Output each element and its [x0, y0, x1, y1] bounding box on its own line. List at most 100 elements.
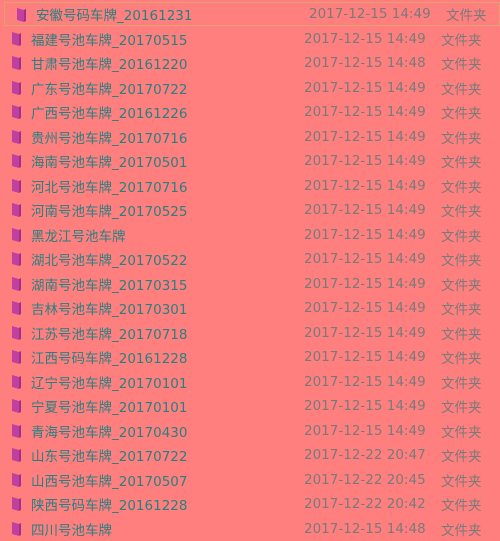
file-name: 江苏号池车牌_20170718 — [31, 326, 188, 343]
modified-date: 2017-12-15 14:49 — [304, 422, 426, 439]
folder-icon — [12, 448, 21, 462]
folder-icon — [12, 80, 21, 95]
file-name: 山东号池车牌_20170722 — [31, 449, 188, 465]
folder-icon — [12, 276, 21, 291]
modified-date: 2017-12-15 14:49 — [304, 177, 426, 194]
file-row[interactable]: 吉林号池车牌_20170301 2017-12-15 14:49 文件夹 — [0, 296, 500, 320]
folder-icon — [12, 154, 21, 168]
file-type: 文件夹 — [441, 302, 482, 318]
file-row[interactable]: 陕西号码车牌_20161228 2017-12-22 20:42 文件夹 — [0, 492, 500, 516]
modified-date: 2017-12-15 14:49 — [304, 398, 426, 414]
file-row[interactable]: 广东号池车牌_20170722 2017-12-15 14:49 文件夹 — [0, 76, 500, 100]
file-name: 河南号池车牌_20170525 — [31, 204, 188, 220]
file-row[interactable]: 湖北号池车牌_20170522 2017-12-15 14:49 文件夹 — [0, 247, 500, 271]
file-row[interactable]: 河北号池车牌_20170716 2017-12-15 14:49 文件夹 — [0, 174, 500, 198]
file-name: 山西号池车牌_20170507 — [31, 473, 188, 490]
file-type: 文件夹 — [441, 400, 482, 416]
file-type: 文件夹 — [441, 351, 482, 367]
folder-icon — [12, 472, 21, 487]
modified-date: 2017-12-15 14:49 — [304, 30, 426, 47]
file-type: 文件夹 — [441, 130, 482, 147]
modified-date: 2017-12-15 14:49 — [304, 202, 426, 218]
file-row[interactable]: 辽宁号池车牌_20170101 2017-12-15 14:49 文件夹 — [0, 370, 500, 394]
folder-icon — [12, 56, 21, 70]
folder-icon — [12, 399, 21, 413]
file-name: 辽宁号池车牌_20170101 — [31, 375, 188, 392]
file-row[interactable]: 江西号码车牌_20161228 2017-12-15 14:49 文件夹 — [0, 345, 500, 369]
file-type: 文件夹 — [441, 326, 482, 343]
file-name: 青海号池车牌_20170430 — [31, 424, 188, 441]
file-type: 文件夹 — [441, 228, 482, 245]
file-name: 吉林号池车牌_20170301 — [31, 302, 188, 318]
file-row[interactable]: 山东号池车牌_20170722 2017-12-22 20:47 文件夹 — [0, 443, 500, 467]
file-name: 海南号池车牌_20170501 — [31, 155, 188, 171]
file-row[interactable]: 福建号池车牌_20170515 2017-12-15 14:49 文件夹 — [0, 27, 500, 51]
modified-date: 2017-12-15 14:49 — [304, 275, 426, 292]
folder-icon — [12, 178, 21, 193]
folder-icon — [12, 325, 21, 340]
file-type: 文件夹 — [441, 253, 482, 269]
file-row[interactable]: 海南号池车牌_20170501 2017-12-15 14:49 文件夹 — [0, 149, 500, 173]
file-type: 文件夹 — [441, 424, 482, 441]
file-row[interactable]: 广西号池车牌_20161226 2017-12-15 14:49 文件夹 — [0, 100, 500, 124]
modified-date: 2017-12-15 14:48 — [304, 55, 426, 71]
file-row[interactable]: 江苏号池车牌_20170718 2017-12-15 14:49 文件夹 — [0, 321, 500, 345]
file-row[interactable]: 甘肃号池车牌_20161220 2017-12-15 14:48 文件夹 — [0, 51, 500, 75]
folder-icon — [12, 203, 21, 217]
modified-date: 2017-12-15 14:49 — [304, 128, 426, 145]
file-type: 文件夹 — [441, 81, 482, 98]
file-type: 文件夹 — [441, 179, 482, 196]
folder-icon — [12, 227, 21, 242]
file-type: 文件夹 — [441, 106, 482, 122]
folder-icon — [12, 301, 21, 315]
file-row[interactable]: 山西号池车牌_20170507 2017-12-22 20:45 文件夹 — [0, 468, 500, 492]
file-row[interactable]: 湖南号池车牌_20170315 2017-12-15 14:49 文件夹 — [0, 272, 500, 296]
file-type: 文件夹 — [441, 155, 482, 171]
folder-icon — [12, 423, 21, 438]
file-name: 广东号池车牌_20170722 — [31, 81, 188, 98]
modified-date: 2017-12-15 14:49 — [304, 300, 426, 316]
file-type: 文件夹 — [441, 522, 482, 539]
file-name: 甘肃号池车牌_20161220 — [31, 57, 188, 73]
file-row[interactable]: 安徽号码车牌_20161231 2017-12-15 14:49 文件夹 — [4, 2, 500, 26]
file-row[interactable]: 黑龙江号池车牌 2017-12-15 14:49 文件夹 — [0, 223, 500, 247]
file-name: 江西号码车牌_20161228 — [31, 351, 188, 367]
folder-icon — [12, 129, 21, 144]
file-name: 湖北号池车牌_20170522 — [31, 253, 188, 269]
modified-date: 2017-12-15 14:49 — [304, 79, 426, 96]
file-name: 福建号池车牌_20170515 — [31, 32, 188, 49]
file-name: 四川号池车牌 — [31, 522, 112, 539]
folder-icon — [12, 350, 21, 364]
file-row[interactable]: 青海号池车牌_20170430 2017-12-15 14:49 文件夹 — [0, 419, 500, 443]
file-name: 湖南号池车牌_20170315 — [31, 277, 188, 294]
file-name: 宁夏号池车牌_20170101 — [31, 400, 188, 416]
file-name: 河北号池车牌_20170716 — [31, 179, 188, 196]
modified-date: 2017-12-15 14:49 — [304, 324, 426, 341]
modified-date: 2017-12-15 14:48 — [304, 520, 426, 537]
folder-icon — [12, 252, 21, 266]
file-type: 文件夹 — [441, 32, 482, 49]
file-type: 文件夹 — [441, 498, 482, 514]
file-name: 广西号池车牌_20161226 — [31, 106, 188, 122]
folder-icon — [12, 374, 21, 389]
file-name: 贵州号池车牌_20170716 — [31, 130, 188, 147]
file-name: 陕西号码车牌_20161228 — [31, 498, 188, 514]
modified-date: 2017-12-15 14:49 — [304, 226, 426, 243]
folder-icon — [12, 521, 21, 536]
file-row[interactable]: 四川号池车牌 2017-12-15 14:48 文件夹 — [0, 517, 500, 541]
folder-icon — [12, 105, 21, 119]
modified-date: 2017-12-22 20:47 — [304, 447, 426, 463]
modified-date: 2017-12-15 14:49 — [304, 153, 426, 169]
file-type: 文件夹 — [441, 204, 482, 220]
file-type: 文件夹 — [441, 277, 482, 294]
modified-date: 2017-12-15 14:49 — [304, 251, 426, 267]
file-name: 安徽号码车牌_20161231 — [36, 8, 193, 24]
modified-date: 2017-12-15 14:49 — [309, 6, 431, 22]
file-type: 文件夹 — [441, 473, 482, 490]
file-row[interactable]: 河南号池车牌_20170525 2017-12-15 14:49 文件夹 — [0, 198, 500, 222]
file-row[interactable]: 贵州号池车牌_20170716 2017-12-15 14:49 文件夹 — [0, 125, 500, 149]
file-row[interactable]: 宁夏号池车牌_20170101 2017-12-15 14:49 文件夹 — [0, 394, 500, 418]
folder-icon — [12, 31, 21, 46]
file-type: 文件夹 — [441, 449, 482, 465]
modified-date: 2017-12-15 14:49 — [304, 104, 426, 120]
